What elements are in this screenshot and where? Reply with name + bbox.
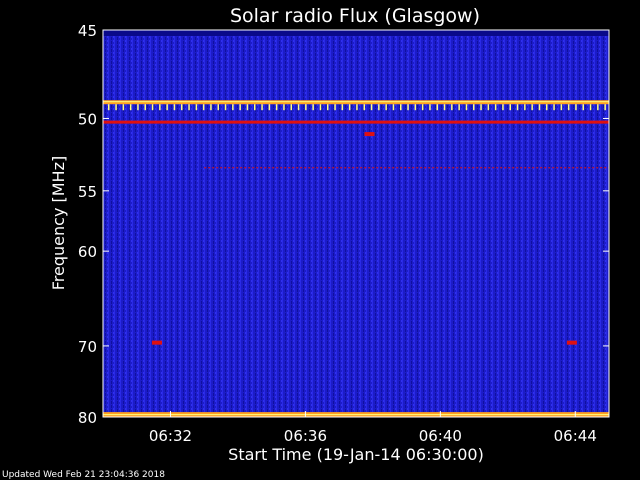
- comb-tick: [159, 104, 161, 111]
- comb-tick: [166, 104, 168, 111]
- comb-tick: [246, 104, 249, 111]
- y-tick-label: 60: [78, 243, 97, 261]
- comb-tick: [151, 104, 154, 111]
- comb-tick: [560, 104, 563, 111]
- comb-tick: [494, 104, 497, 111]
- comb-tick: [217, 104, 219, 111]
- comb-tick: [261, 104, 263, 111]
- comb-tick: [305, 104, 307, 111]
- band-peak: [103, 101, 609, 103]
- comb-tick: [392, 104, 395, 111]
- comb-tick: [414, 104, 417, 111]
- comb-tick: [385, 104, 387, 111]
- y-axis-label: Frequency [MHz]: [49, 156, 68, 290]
- update-timestamp: Updated Wed Feb 21 23:04:36 2018: [2, 470, 165, 480]
- comb-tick: [407, 104, 409, 111]
- comb-tick: [370, 104, 373, 111]
- burst-marker: [566, 340, 577, 345]
- comb-tick: [290, 104, 292, 111]
- x-tick-label: 06:40: [419, 427, 462, 445]
- comb-tick: [348, 104, 351, 111]
- comb-tick: [487, 104, 490, 111]
- comb-tick: [144, 104, 146, 111]
- comb-tick: [553, 104, 555, 111]
- band-peak-bottom: [103, 414, 609, 416]
- comb-tick: [421, 104, 424, 111]
- comb-tick: [129, 104, 132, 111]
- x-axis-label: Start Time (19-Jan-14 06:30:00): [228, 445, 484, 464]
- comb-tick: [202, 104, 205, 111]
- plot-area: [102, 29, 610, 418]
- y-tick-label: 80: [78, 409, 97, 427]
- comb-tick: [582, 104, 584, 111]
- comb-tick: [451, 104, 453, 111]
- comb-tick: [115, 104, 117, 111]
- burst-marker: [364, 132, 375, 137]
- burst-marker: [151, 340, 162, 345]
- comb-tick: [327, 104, 329, 111]
- chart-title: Solar radio Flux (Glasgow): [230, 5, 480, 27]
- comb-tick: [531, 104, 533, 111]
- comb-tick: [524, 104, 526, 111]
- comb-tick: [567, 104, 570, 111]
- comb-tick: [604, 104, 606, 111]
- comb-tick: [546, 104, 548, 111]
- comb-tick: [538, 104, 541, 111]
- comb-tick: [137, 104, 139, 111]
- comb-tick: [319, 104, 322, 111]
- x-tick-label: 06:36: [284, 427, 327, 445]
- comb-tick: [188, 104, 190, 111]
- comb-tick: [356, 104, 358, 111]
- comb-tick: [334, 104, 336, 111]
- comb-tick: [173, 104, 176, 111]
- comb-tick: [341, 104, 344, 111]
- y-tick-label: 55: [78, 183, 97, 201]
- comb-tick: [458, 104, 460, 111]
- x-tick-label: 06:32: [149, 427, 192, 445]
- comb-tick: [283, 104, 285, 111]
- comb-tick: [597, 104, 599, 111]
- comb-tick: [195, 104, 198, 111]
- comb-tick: [275, 104, 278, 111]
- comb-tick: [429, 104, 431, 111]
- comb-tick: [516, 104, 519, 111]
- comb-tick: [443, 104, 446, 111]
- comb-tick: [254, 104, 256, 111]
- comb-tick: [181, 104, 183, 111]
- comb-tick: [312, 104, 314, 111]
- comb-tick: [268, 104, 271, 111]
- comb-tick: [473, 104, 475, 111]
- comb-tick: [122, 104, 125, 111]
- x-tick-label: 06:44: [554, 427, 597, 445]
- comb-tick: [232, 104, 234, 111]
- comb-tick: [589, 104, 592, 111]
- comb-tick: [436, 104, 438, 111]
- comb-tick: [502, 104, 504, 111]
- comb-tick: [575, 104, 577, 111]
- spectrogram-field: [103, 30, 609, 417]
- comb-tick: [108, 104, 110, 111]
- y-tick-label: 70: [78, 338, 97, 356]
- band-dark: [103, 30, 609, 36]
- y-tick-label: 50: [78, 110, 97, 128]
- comb-tick: [509, 104, 511, 111]
- comb-tick: [224, 104, 227, 111]
- comb-tick: [297, 104, 300, 111]
- comb-tick: [210, 104, 212, 111]
- spectrogram-chart: Solar radio Flux (Glasgow) 455055607080 …: [2, 5, 610, 480]
- comb-tick: [480, 104, 482, 111]
- comb-tick: [378, 104, 380, 111]
- y-tick-label: 45: [78, 22, 97, 40]
- comb-tick: [400, 104, 402, 111]
- comb-tick: [465, 104, 468, 111]
- comb-tick: [239, 104, 241, 111]
- comb-tick: [363, 104, 365, 111]
- band-red: [103, 120, 609, 124]
